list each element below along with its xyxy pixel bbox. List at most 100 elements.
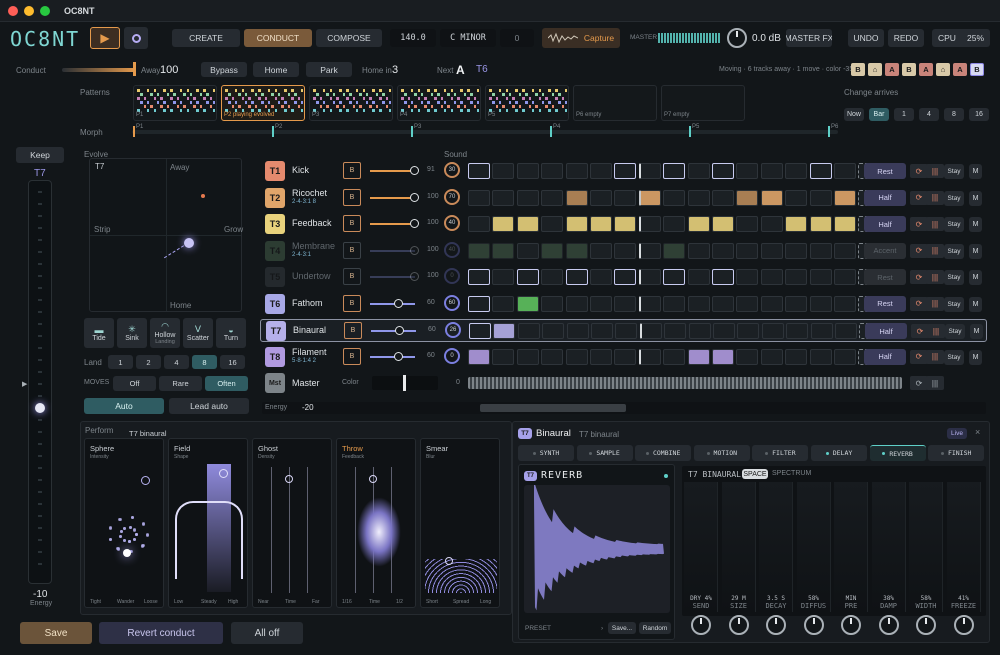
track-id[interactable]: T7 <box>266 321 286 341</box>
home-icon[interactable]: B <box>343 241 361 259</box>
editor-tab-reverb[interactable]: REVERB <box>869 445 926 461</box>
park-button[interactable]: Park <box>306 62 352 77</box>
step-cell[interactable] <box>810 323 833 339</box>
step-cell[interactable] <box>834 269 856 285</box>
step-cell[interactable] <box>687 163 710 179</box>
step-cell[interactable] <box>614 269 637 285</box>
step-cell[interactable] <box>760 348 783 365</box>
mute-button[interactable]: M <box>969 349 982 365</box>
track-action-button[interactable]: Half <box>865 323 907 339</box>
away-slider-handle[interactable] <box>133 62 136 76</box>
step-cell[interactable] <box>736 269 759 285</box>
mute-button[interactable]: M <box>969 190 982 206</box>
step-cell[interactable] <box>615 323 638 339</box>
volume-handle[interactable] <box>410 166 419 175</box>
step-cell[interactable] <box>492 295 515 312</box>
track-row[interactable]: T3 Feedback B 100 40 Half ⟳ ||| Stay M <box>260 213 987 236</box>
step-cell[interactable] <box>565 242 588 259</box>
track-action-button[interactable]: Accent <box>864 242 906 259</box>
step-cell[interactable] <box>809 269 832 285</box>
spectrum-tab[interactable]: SPECTRUM <box>772 470 811 477</box>
step-cell[interactable] <box>516 189 539 206</box>
step-cell[interactable] <box>809 242 832 259</box>
sound-knob[interactable]: 40 <box>444 215 460 231</box>
step-cell[interactable] <box>638 348 661 365</box>
step-cell[interactable] <box>541 295 564 312</box>
track-id[interactable]: T6 <box>265 293 285 314</box>
sound-knob[interactable]: 0 <box>444 268 460 284</box>
step-cell[interactable] <box>541 269 564 285</box>
volume-handle[interactable] <box>410 192 419 202</box>
param-knob[interactable] <box>953 615 974 635</box>
transpose-field[interactable]: 0 <box>500 29 534 47</box>
track-meter-icon[interactable]: ||| <box>926 270 944 284</box>
volume-handle[interactable] <box>410 219 419 228</box>
track-meter-icon[interactable]: ||| <box>926 296 944 311</box>
color-slider-handle[interactable] <box>403 375 406 391</box>
move-chip[interactable]: ⌂ <box>868 63 882 76</box>
sound-knob[interactable]: 70 <box>444 188 460 205</box>
step-cell[interactable] <box>541 163 564 179</box>
step-cell[interactable] <box>737 323 760 339</box>
step-cell[interactable] <box>492 269 515 285</box>
step-cell[interactable] <box>809 348 832 365</box>
track-action-button[interactable]: Half <box>864 216 906 232</box>
step-cell[interactable] <box>469 323 491 339</box>
stay-button[interactable]: Stay <box>945 324 965 339</box>
step-cell[interactable] <box>468 269 490 285</box>
step-cell[interactable] <box>565 163 588 179</box>
step-cell[interactable] <box>663 269 686 285</box>
energy-bar-thumb[interactable] <box>480 404 626 412</box>
step-cell[interactable] <box>712 269 734 285</box>
pad-target[interactable] <box>141 476 150 485</box>
step-cell[interactable] <box>638 269 661 285</box>
sound-knob[interactable]: 40 <box>444 241 460 258</box>
param-column[interactable]: MIN PRE <box>834 482 868 612</box>
sound-knob[interactable]: 26 <box>445 322 461 338</box>
morph-mark[interactable] <box>550 126 552 137</box>
step-cell[interactable] <box>687 269 710 285</box>
step-cell[interactable] <box>638 295 661 312</box>
tab-compose[interactable]: COMPOSE <box>316 29 382 47</box>
volume-slider[interactable] <box>370 249 415 252</box>
perform-pad-field[interactable]: Field Shape Low Steady High <box>168 438 248 608</box>
step-cell[interactable] <box>834 216 856 232</box>
step-cell[interactable] <box>590 295 612 312</box>
step-cell[interactable] <box>809 216 832 232</box>
tab-conduct[interactable]: CONDUCT <box>244 29 312 47</box>
track-id[interactable]: T4 <box>265 240 285 261</box>
change-option[interactable]: 8 <box>944 108 964 121</box>
stay-button[interactable]: Stay <box>944 243 964 259</box>
volume-handle[interactable] <box>394 298 403 308</box>
track-action-button[interactable]: Half <box>864 348 906 365</box>
step-cell[interactable] <box>760 163 783 179</box>
step-cell[interactable] <box>736 295 759 312</box>
step-cell[interactable] <box>590 269 612 285</box>
mute-button[interactable]: M <box>969 164 982 179</box>
param-column[interactable]: 3.5 S DECAY <box>759 482 793 612</box>
volume-slider[interactable] <box>370 302 415 305</box>
track-row[interactable]: T2 Ricochet 2·4·3:1 8 B 100 70 Half ⟳ ||| Stay M <box>260 187 987 210</box>
step-cell[interactable] <box>516 348 539 365</box>
morph-mark[interactable] <box>133 126 135 137</box>
track-row[interactable]: T5 Undertow B 100 0 Rest ⟳ ||| Stay M <box>260 266 987 289</box>
redo-button[interactable]: REDO <box>888 29 924 47</box>
track-row[interactable]: T6 Fathom B 60 60 Rest ⟳ ||| Stay M <box>260 293 987 316</box>
step-cell[interactable] <box>541 242 564 259</box>
step-cell[interactable] <box>712 295 734 312</box>
step-cell[interactable] <box>565 216 588 232</box>
undo-button[interactable]: UNDO <box>848 29 884 47</box>
step-cell[interactable] <box>663 348 686 365</box>
track-action-button[interactable]: Rest <box>864 295 906 312</box>
pad-target[interactable] <box>369 475 377 483</box>
step-cell[interactable] <box>712 216 734 232</box>
land-option[interactable]: 8 <box>192 355 217 369</box>
step-cell[interactable] <box>590 163 612 179</box>
home-icon[interactable]: B <box>344 322 362 339</box>
lead-auto-button[interactable]: Lead auto <box>169 398 249 414</box>
change-option[interactable]: Bar <box>869 108 889 121</box>
fader-handle[interactable] <box>35 403 45 413</box>
move-chip[interactable]: B <box>970 63 984 76</box>
step-cell[interactable] <box>663 163 686 179</box>
capture-button[interactable]: Capture <box>542 28 620 48</box>
